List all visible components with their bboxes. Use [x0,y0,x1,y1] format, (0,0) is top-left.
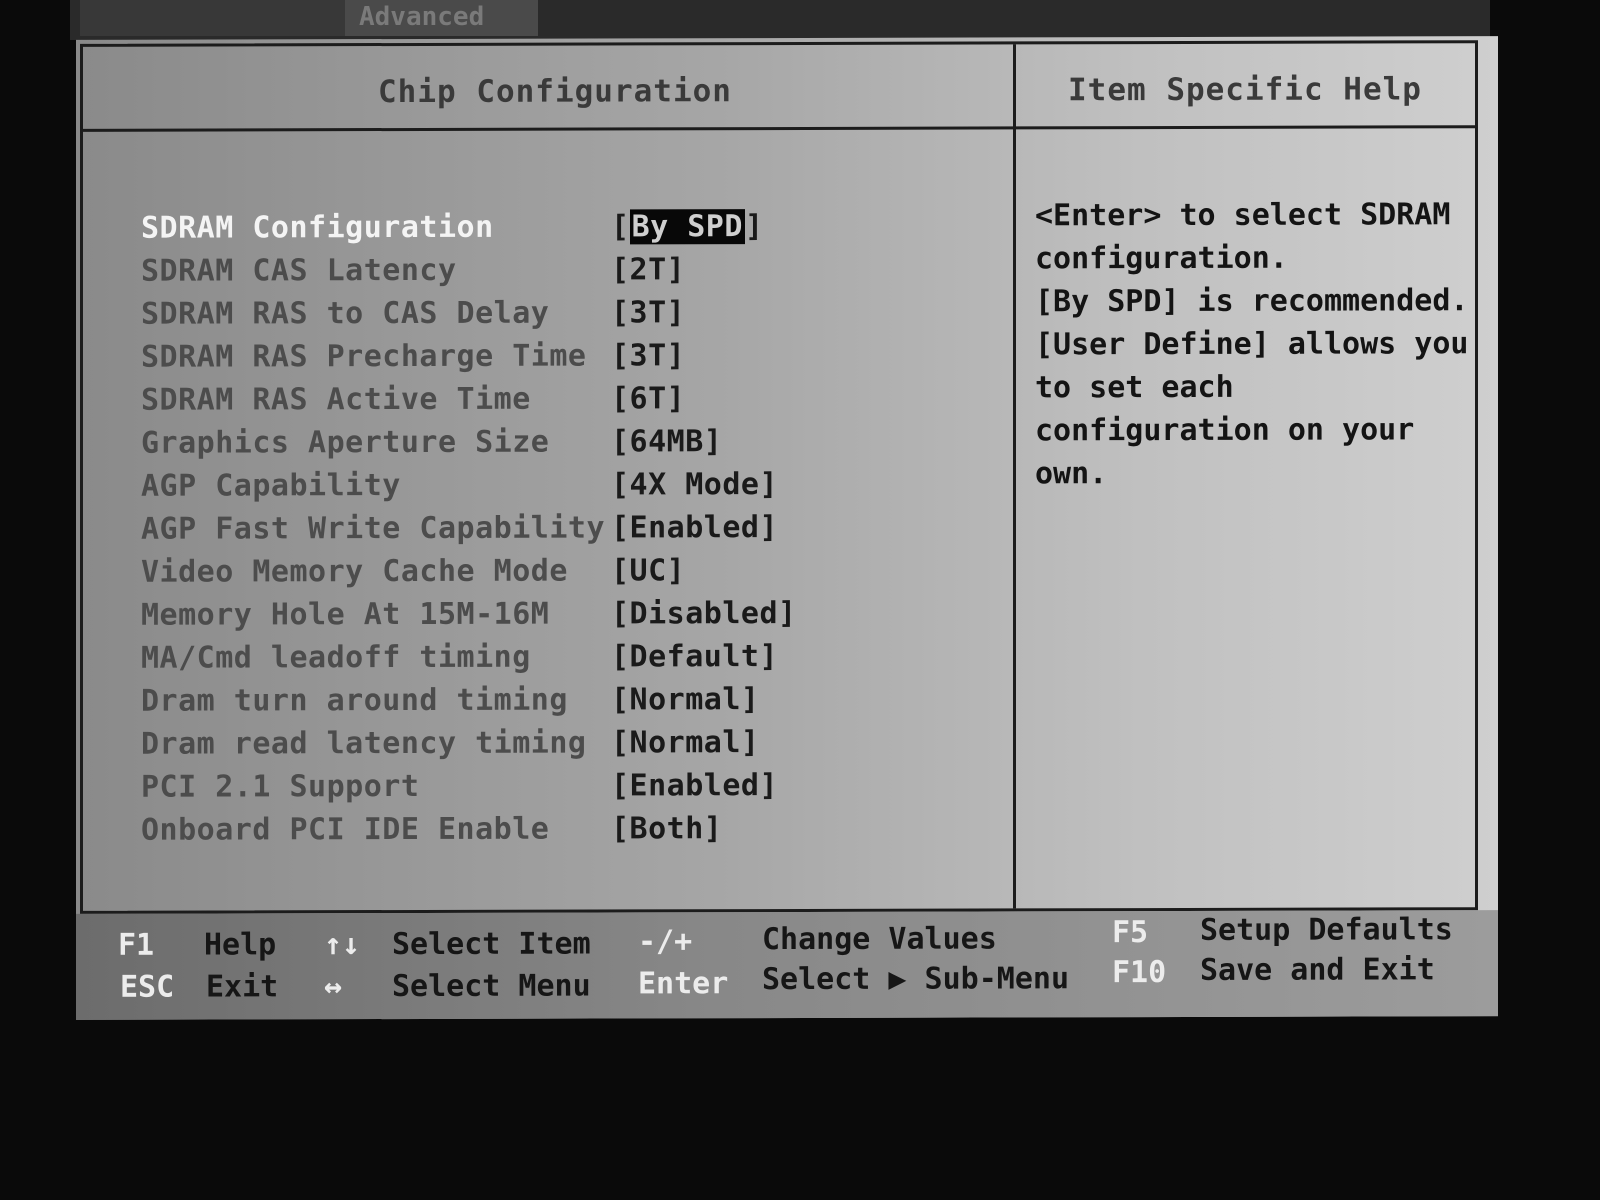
settings-frame: Chip Configuration Item Specific Help SD… [80,40,1478,914]
help-line: own. [1035,456,1108,492]
key-f10: F10 [1112,955,1167,991]
setting-value[interactable]: [Enabled] [611,510,778,545]
setting-label: PCI 2.1 Support [141,768,420,805]
help-line: [User Define] allows you [1035,326,1469,363]
setting-row-pci-2-1-support[interactable]: PCI 2.1 Support [Enabled] [141,767,1001,812]
setting-value[interactable]: [UC] [611,553,685,588]
setting-value[interactable]: [6T] [611,381,685,416]
help-line: configuration. [1035,240,1288,277]
monitor-bezel: Advanced Chip Configuration Item Specifi… [0,0,1600,1200]
setting-row-ras-active-time[interactable]: SDRAM RAS Active Time [6T] [141,380,1001,425]
setting-row-ma-cmd-leadoff[interactable]: MA/Cmd leadoff timing [Default] [141,638,1001,683]
setting-label: MA/Cmd leadoff timing [141,639,531,676]
setting-row-video-memory-cache-mode[interactable]: Video Memory Cache Mode [UC] [141,552,1001,597]
setting-value[interactable]: [Enabled] [611,768,778,803]
setting-value[interactable]: [3T] [611,338,685,373]
setting-label: Graphics Aperture Size [141,424,550,461]
item-help-text: <Enter> to select SDRAM configuration. [… [1035,193,1475,495]
setting-label: SDRAM CAS Latency [141,252,457,289]
bracket-open: [ [611,209,630,245]
key-esc-desc: Exit [206,969,279,1005]
setting-label: SDRAM RAS Precharge Time [141,338,587,375]
setting-label: Memory Hole At 15M-16M [141,596,550,633]
key-f1-desc: Help [204,927,277,963]
help-line: [By SPD] is recommended. [1035,283,1469,320]
help-line: <Enter> to select SDRAM [1035,197,1451,234]
key-minus-plus: -/+ [638,924,693,960]
tab-advanced[interactable]: Advanced [345,0,538,36]
key-leftright-arrows-icon: ↔ [324,969,343,1005]
key-enter-desc: Select ▶ Sub-Menu [762,961,1070,998]
setting-value[interactable]: [64MB] [611,424,722,459]
setting-row-dram-read-latency[interactable]: Dram read latency timing [Normal] [141,724,1001,769]
setting-row-sdram-configuration[interactable]: SDRAM Configuration [By SPD] [141,208,1001,253]
setting-label: SDRAM RAS Active Time [141,381,531,418]
key-f5-desc: Setup Defaults [1200,912,1453,948]
setting-label: AGP Fast Write Capability [141,510,606,547]
setting-row-graphics-aperture-size[interactable]: Graphics Aperture Size [64MB] [141,423,1001,468]
setting-value[interactable]: [Default] [611,639,778,674]
key-f5: F5 [1112,915,1149,951]
key-updown-arrows-icon: ↑↓ [324,927,361,963]
help-line: to set each [1035,369,1234,406]
setting-value[interactable]: [4X Mode] [611,467,778,502]
key-esc: ESC [120,969,175,1005]
setting-value[interactable]: [Both] [611,811,722,846]
setting-label: Dram turn around timing [141,682,568,719]
bracket-close: ] [744,209,764,245]
setting-row-dram-turn-around[interactable]: Dram turn around timing [Normal] [141,681,1001,726]
settings-list: SDRAM Configuration [By SPD] SDRAM CAS L… [141,208,1001,855]
setting-value[interactable]: [By SPD] [611,209,764,244]
setting-label: SDRAM Configuration [141,209,494,246]
setting-label: Dram read latency timing [141,725,587,762]
selected-value-highlight: By SPD [629,209,745,245]
panel-divider [1013,44,1016,909]
setting-value[interactable]: [Normal] [611,725,760,760]
help-line: configuration on your [1035,412,1415,449]
help-title: Item Specific Help [1068,71,1422,109]
key-legend: F1 Help ↑↓ Select Item -/+ Change Values… [76,910,1498,1020]
key-leftright-desc: Select Menu [392,968,591,1005]
setting-value[interactable]: [3T] [611,295,685,330]
key-minus-plus-desc: Change Values [762,921,997,958]
setting-row-ras-to-cas-delay[interactable]: SDRAM RAS to CAS Delay [3T] [141,294,1001,339]
setting-row-agp-capability[interactable]: AGP Capability [4X Mode] [141,466,1001,511]
setting-value[interactable]: [Normal] [611,682,760,717]
key-f1: F1 [118,927,155,963]
setting-row-cas-latency[interactable]: SDRAM CAS Latency [2T] [141,251,1001,296]
setting-label: Onboard PCI IDE Enable [141,811,550,848]
bios-screen: Chip Configuration Item Specific Help SD… [76,36,1498,1020]
menu-tab-bar: Advanced [70,0,1490,40]
setting-value[interactable]: [2T] [611,252,685,287]
setting-value[interactable]: [Disabled] [611,596,797,631]
setting-row-memory-hole[interactable]: Memory Hole At 15M-16M [Disabled] [141,595,1001,640]
tab-main[interactable] [80,0,358,36]
setting-row-onboard-pci-ide[interactable]: Onboard PCI IDE Enable [Both] [141,810,1001,855]
panel-title: Chip Configuration [378,73,732,111]
setting-row-agp-fast-write[interactable]: AGP Fast Write Capability [Enabled] [141,509,1001,554]
setting-label: SDRAM RAS to CAS Delay [141,295,550,332]
setting-label: AGP Capability [141,468,401,504]
key-enter: Enter [638,966,729,1002]
key-f10-desc: Save and Exit [1200,952,1435,988]
key-updown-desc: Select Item [392,926,591,963]
setting-label: Video Memory Cache Mode [141,553,568,590]
setting-row-ras-precharge-time[interactable]: SDRAM RAS Precharge Time [3T] [141,337,1001,382]
header-divider [83,125,1475,132]
